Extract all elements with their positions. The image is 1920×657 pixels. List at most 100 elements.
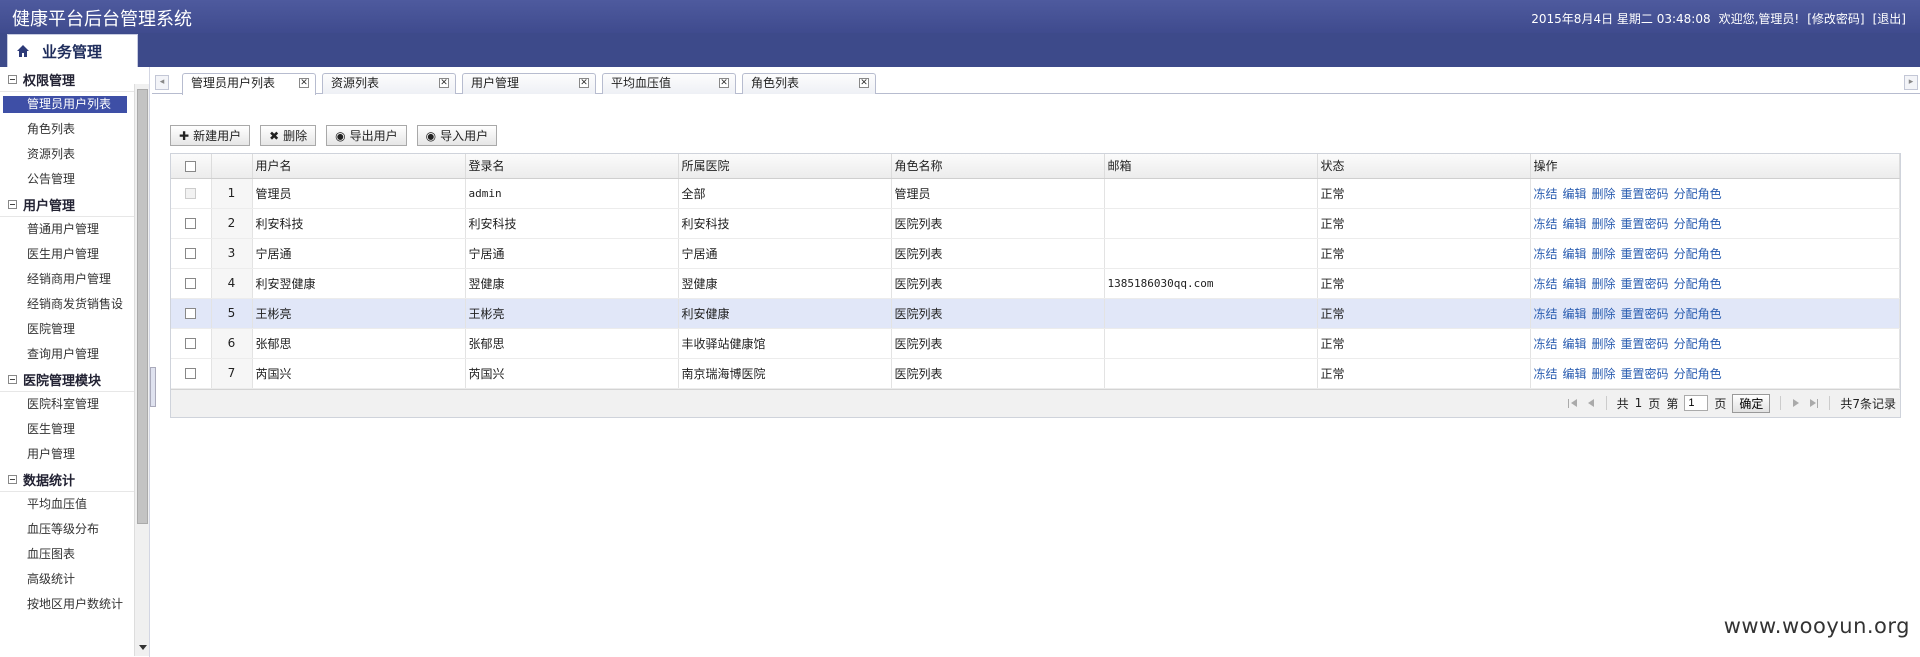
table-row[interactable]: 4 利安翌健康 翌健康 翌健康 医院列表 1385186030qq.com 正常 冻结 编辑 删除… [171,268,1900,299]
row-checkbox[interactable] [171,208,212,239]
sidebar-group-title[interactable]: 医院管理模块 [0,367,149,392]
close-icon[interactable]: ✕ [719,78,729,88]
sidebar-item-announcements[interactable]: 公告管理 [0,167,149,192]
sidebar-item-role-list[interactable]: 角色列表 [0,117,149,142]
edit-link[interactable]: 编辑 [1563,247,1587,261]
edit-link[interactable]: 编辑 [1563,307,1587,321]
delete-link[interactable]: 删除 [1592,247,1616,261]
scrollbar-thumb[interactable] [137,89,148,524]
first-page-icon[interactable] [1567,398,1579,409]
edit-link[interactable]: 编辑 [1563,217,1587,231]
freeze-link[interactable]: 冻结 [1534,277,1558,291]
assign-role-link[interactable]: 分配角色 [1674,367,1722,381]
reset-password-link[interactable]: 重置密码 [1621,247,1669,261]
assign-role-link[interactable]: 分配角色 [1674,247,1722,261]
reset-password-link[interactable]: 重置密码 [1621,307,1669,321]
table-row[interactable]: 5 王彬亮 王彬亮 利安健康 医院列表 正常 冻结 编辑 删除 重置密码 分配角色 [171,298,1900,329]
sidebar-item-dealer-shipping[interactable]: 经销商发货销售设 [0,292,149,317]
reset-password-link[interactable]: 重置密码 [1621,187,1669,201]
sidebar-group-title[interactable]: 权限管理 [0,67,149,92]
sidebar-item-dealer-users[interactable]: 经销商用户管理 [0,267,149,292]
reset-password-link[interactable]: 重置密码 [1621,277,1669,291]
freeze-link[interactable]: 冻结 [1534,187,1558,201]
tab-average-bp[interactable]: 平均血压值 ✕ [602,73,736,94]
delete-link[interactable]: 删除 [1592,367,1616,381]
sidebar-item-bp-chart[interactable]: 血压图表 [0,542,149,567]
assign-role-link[interactable]: 分配角色 [1674,277,1722,291]
sidebar-item-doctor-users[interactable]: 医生用户管理 [0,242,149,267]
delete-link[interactable]: 删除 [1592,187,1616,201]
table-row[interactable]: 6 张郁思 张郁思 丰收驿站健康馆 医院列表 正常 冻结 编辑 删除 重置密码 分配角色 [171,328,1900,359]
delete-link[interactable]: 删除 [1592,277,1616,291]
row-checkbox[interactable] [171,298,212,329]
page-number-input[interactable] [1684,395,1709,411]
sidebar-item-departments[interactable]: 医院科室管理 [0,392,149,417]
reset-password-link[interactable]: 重置密码 [1621,367,1669,381]
assign-role-link[interactable]: 分配角色 [1674,307,1722,321]
sidebar-header[interactable]: 业务管理 [7,34,138,67]
export-users-button[interactable]: ◉ 导出用户 [326,125,407,146]
sidebar-group-title[interactable]: 数据统计 [0,467,149,492]
row-checkbox[interactable] [171,178,212,209]
column-header[interactable]: 登录名 [465,154,679,179]
sidebar-item-admin-user-list[interactable]: 管理员用户列表 [3,96,127,113]
reset-password-link[interactable]: 重置密码 [1621,337,1669,351]
sidebar-item-query-users[interactable]: 查询用户管理 [0,342,149,367]
sidebar-item-normal-users[interactable]: 普通用户管理 [0,217,149,242]
row-checkbox[interactable] [171,268,212,299]
sidebar-collapse-handle[interactable] [150,367,156,407]
tab-scroll-left-icon[interactable]: ◂ [155,75,169,90]
assign-role-link[interactable]: 分配角色 [1674,217,1722,231]
assign-role-link[interactable]: 分配角色 [1674,337,1722,351]
column-header[interactable]: 状态 [1317,154,1531,179]
close-icon[interactable]: ✕ [859,78,869,88]
freeze-link[interactable]: 冻结 [1534,247,1558,261]
edit-link[interactable]: 编辑 [1563,277,1587,291]
scroll-down-icon[interactable] [139,645,147,650]
row-checkbox[interactable] [171,238,212,269]
sidebar-scrollbar[interactable] [134,84,149,656]
select-all-checkbox[interactable] [171,154,212,179]
tab-role-list[interactable]: 角色列表 ✕ [742,73,876,94]
edit-link[interactable]: 编辑 [1563,367,1587,381]
next-page-icon[interactable] [1791,398,1802,409]
table-row[interactable]: 2 利安科技 利安科技 利安科技 医院列表 正常 冻结 编辑 删除 重置密码 分配角色 [171,208,1900,239]
column-header[interactable]: 用户名 [252,154,466,179]
freeze-link[interactable]: 冻结 [1534,217,1558,231]
freeze-link[interactable]: 冻结 [1534,337,1558,351]
sidebar-item-user-management[interactable]: 用户管理 [0,442,149,467]
close-icon[interactable]: ✕ [439,78,449,88]
column-header[interactable]: 角色名称 [891,154,1105,179]
edit-link[interactable]: 编辑 [1563,337,1587,351]
last-page-icon[interactable] [1808,398,1819,409]
row-checkbox[interactable] [171,358,212,389]
sidebar-item-doctors[interactable]: 医生管理 [0,417,149,442]
tab-resource-list[interactable]: 资源列表 ✕ [322,73,456,94]
sidebar-item-resource-list[interactable]: 资源列表 [0,142,149,167]
row-checkbox[interactable] [171,328,212,359]
confirm-page-button[interactable]: 确定 [1732,393,1771,413]
delete-link[interactable]: 删除 [1592,307,1616,321]
sidebar-item-hospital-management[interactable]: 医院管理 [0,317,149,342]
sidebar-item-advanced-stats[interactable]: 高级统计 [0,567,149,592]
tab-user-management[interactable]: 用户管理 ✕ [462,73,596,94]
sidebar-item-bp-distribution[interactable]: 血压等级分布 [0,517,149,542]
sidebar-item-avg-bp[interactable]: 平均血压值 [0,492,149,517]
column-header[interactable]: 操作 [1530,154,1900,179]
delete-link[interactable]: 删除 [1592,337,1616,351]
sidebar-item-region-stats[interactable]: 按地区用户数统计 [0,592,149,617]
table-row[interactable]: 7 芮国兴 芮国兴 南京瑞海博医院 医院列表 正常 冻结 编辑 删除 重置密码 分配角色 [171,358,1900,389]
column-header[interactable]: 所属医院 [678,154,892,179]
edit-link[interactable]: 编辑 [1563,187,1587,201]
freeze-link[interactable]: 冻结 [1534,307,1558,321]
column-header[interactable]: 邮箱 [1104,154,1318,179]
change-password-link[interactable]: [修改密码] [1807,10,1864,27]
delete-link[interactable]: 删除 [1592,217,1616,231]
close-icon[interactable]: ✕ [579,78,589,88]
freeze-link[interactable]: 冻结 [1534,367,1558,381]
tab-scroll-right-icon[interactable]: ▸ [1904,75,1918,90]
reset-password-link[interactable]: 重置密码 [1621,217,1669,231]
sidebar-group-title[interactable]: 用户管理 [0,192,149,217]
import-users-button[interactable]: ◉ 导入用户 [416,125,498,146]
tab-admin-user-list[interactable]: 管理员用户列表 ✕ [182,73,316,95]
